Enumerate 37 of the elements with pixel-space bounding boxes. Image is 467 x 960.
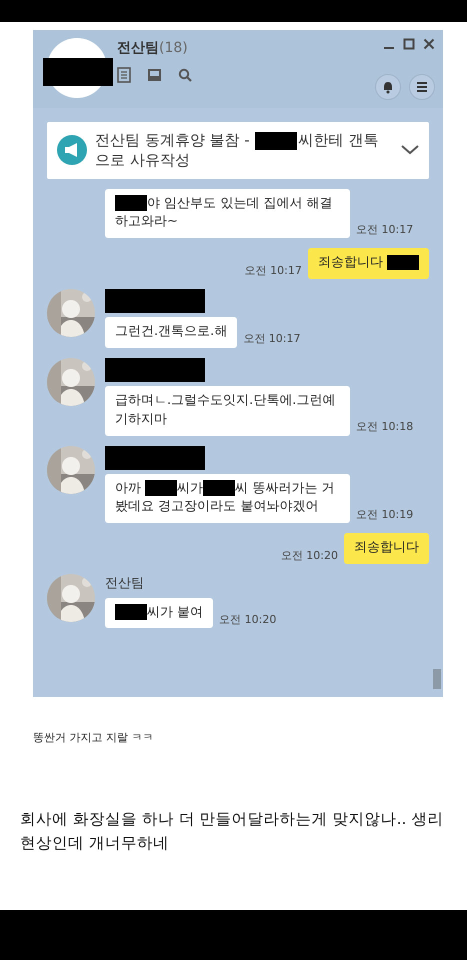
message-bubble: 그런건.갠톡으로.해	[105, 317, 238, 348]
message-bubble: 씨가 붙여	[105, 598, 214, 628]
message-time: 오전 10:17	[244, 262, 302, 279]
scrollbar-thumb[interactable]	[433, 669, 441, 689]
bell-icon[interactable]	[375, 74, 401, 100]
message-time: 오전 10:18	[356, 419, 414, 436]
message-time: 오전 10:17	[356, 222, 414, 238]
notice-text: 전산팀 동계휴양 불참 - 씨한테 갠톡으로 사유작성	[95, 130, 380, 170]
message-bubble: 야 임산부도 있는데 집에서 해결하고와라~	[105, 188, 350, 238]
menu-icon[interactable]	[409, 74, 435, 100]
redaction-bar	[115, 604, 147, 620]
message-time: 오전 10:20	[280, 548, 338, 564]
redaction-bar	[387, 254, 419, 270]
megaphone-icon	[57, 135, 87, 166]
redaction-bar	[115, 195, 147, 211]
chat-title: 전산팀	[117, 40, 159, 56]
chevron-icon[interactable]	[401, 145, 419, 156]
notes-icon[interactable]	[117, 67, 131, 83]
message-time: 오전 10:17	[243, 331, 300, 348]
message-bubble: 아까 씨가 씨 똥싸러가는 거 봤데요 경고장이라도 붙여놔야겠어	[105, 474, 350, 524]
redaction-bar	[203, 480, 236, 496]
redaction-bar	[145, 480, 178, 496]
close-icon[interactable]	[423, 38, 435, 50]
member-count: (18)	[159, 40, 188, 56]
maximize-icon[interactable]	[403, 38, 415, 50]
post-caption: 똥싼거 가지고 지랄 ㅋㅋ	[33, 730, 154, 746]
message-bubble: 급하며ㄴ.그럴수도잇지.단톡에.그런예기하지마	[105, 386, 350, 436]
sender-name: 전산팀	[105, 575, 145, 594]
message-time: 오전 10:20	[219, 612, 276, 628]
redaction-bar	[254, 132, 296, 150]
post-comment: 회사에 화장실을 하나 더 만들어달라하는게 맞지않나.. 생리 현상인데 개너무하네	[20, 808, 444, 854]
redaction-bar	[43, 58, 113, 86]
search-icon[interactable]	[178, 68, 192, 82]
message-bubble: 죄송합니다	[308, 248, 429, 280]
inbox-icon[interactable]	[147, 68, 162, 82]
message-bubble: 죄송합니다	[344, 533, 429, 564]
message-time: 오전 10:19	[356, 506, 414, 523]
